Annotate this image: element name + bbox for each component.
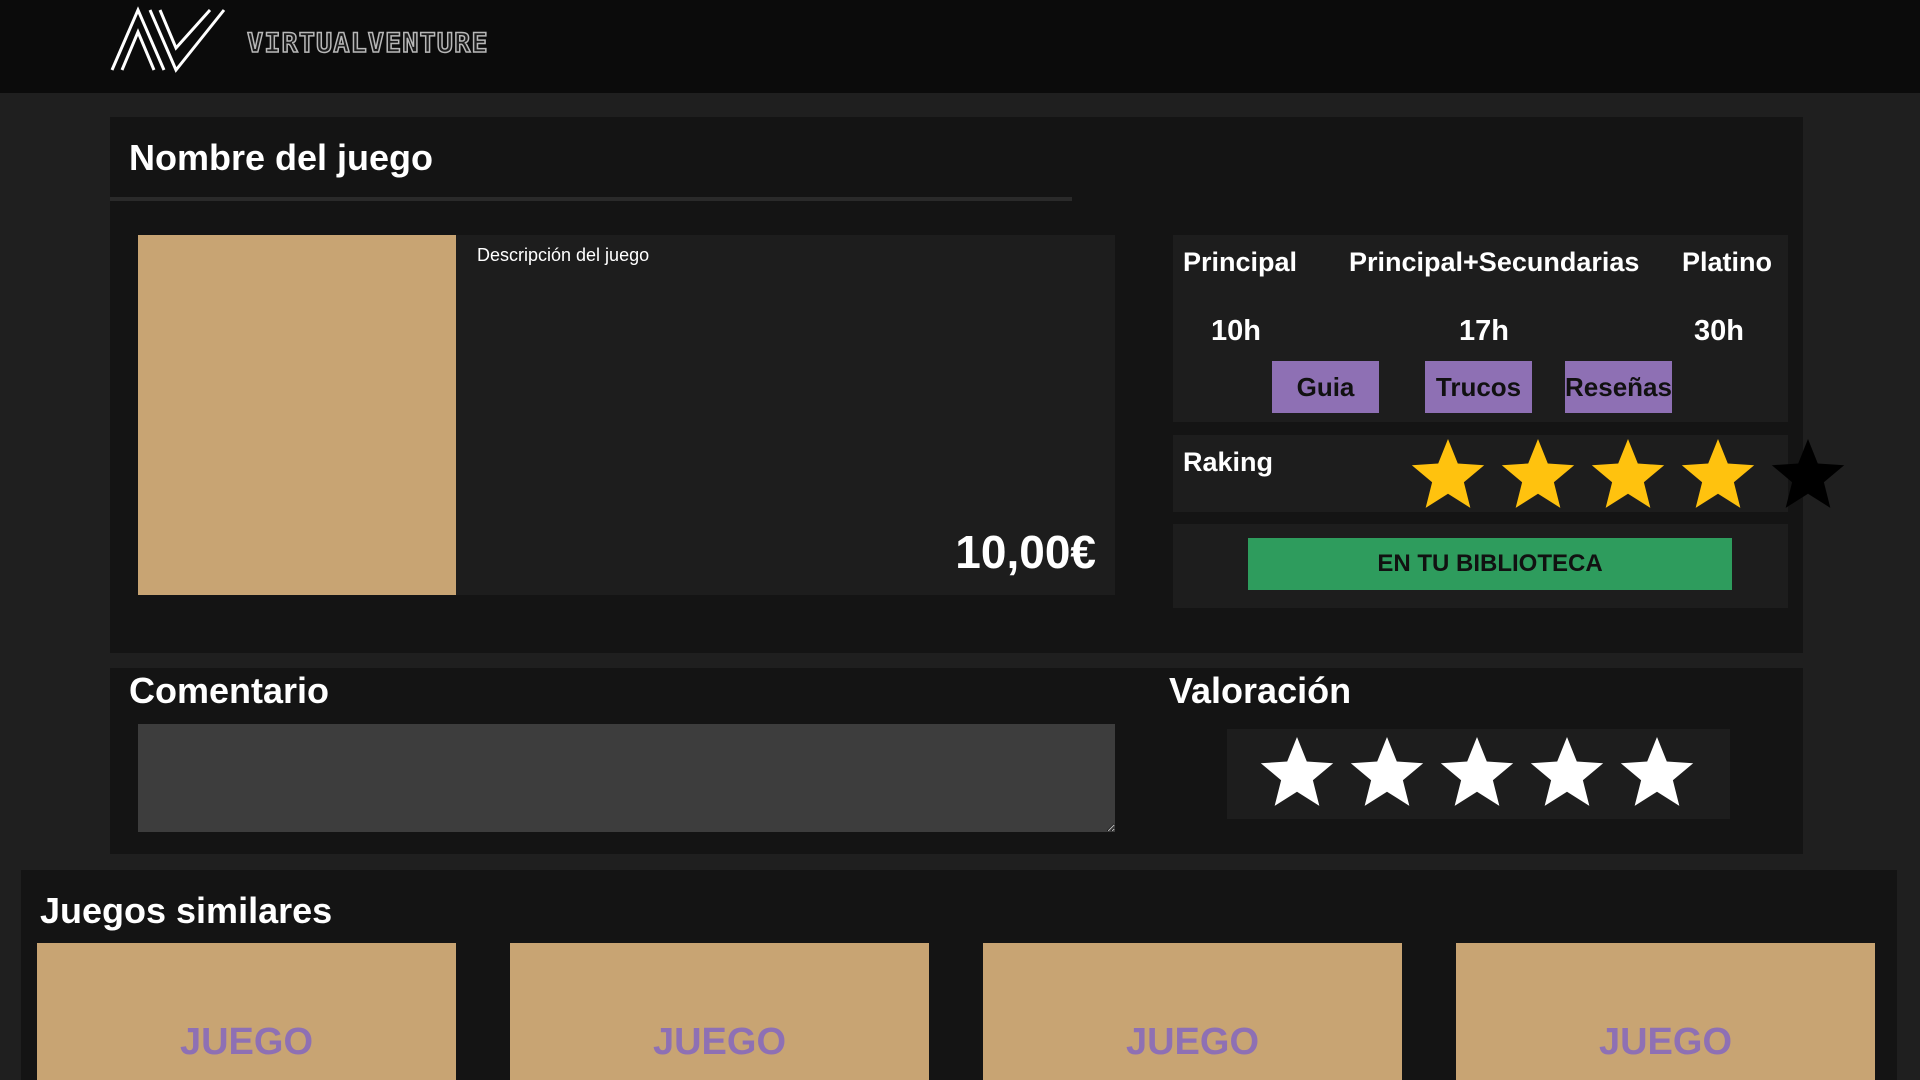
star-icon[interactable]	[1259, 734, 1335, 810]
comment-input[interactable]	[138, 724, 1115, 832]
stat-label-main: Principal	[1183, 247, 1298, 277]
in-library-button[interactable]: EN TU BIBLIOTECA	[1248, 538, 1732, 590]
star-icon[interactable]	[1439, 734, 1515, 810]
comment-panel: Comentario Valoración	[110, 668, 1803, 854]
star-icon	[1681, 439, 1755, 508]
guide-button[interactable]: Guia	[1272, 361, 1379, 413]
similar-game-card[interactable]: JUEGO	[510, 943, 929, 1080]
similar-games-panel: Juegos similares JUEGO JUEGO JUEGO JUEGO	[21, 870, 1897, 1080]
ranking-section: Raking	[1173, 435, 1845, 512]
similar-game-label: JUEGO	[1598, 1021, 1733, 1063]
game-price: 10,00€	[955, 526, 1096, 578]
stat-label-platinum: Platino	[1682, 247, 1773, 277]
star-icon	[1501, 439, 1575, 508]
rating-input[interactable]	[1227, 729, 1730, 819]
similar-game-card[interactable]: JUEGO	[983, 943, 1402, 1080]
game-detail-panel: Nombre del juego Descripción del juego 1…	[110, 117, 1845, 653]
star-icon[interactable]	[1529, 734, 1605, 810]
star-icon	[1591, 439, 1665, 508]
brand-name[interactable]: VIRTUALVENTURE	[246, 27, 489, 60]
game-description: Descripción del juego	[477, 245, 650, 265]
library-section: EN TU BIBLIOTECA	[1173, 524, 1788, 608]
similar-games-title: Juegos similares	[40, 890, 333, 931]
similar-game-label: JUEGO	[179, 1021, 314, 1063]
cheats-button[interactable]: Trucos	[1425, 361, 1532, 413]
comment-title: Comentario	[129, 670, 330, 711]
star-icon	[1411, 439, 1485, 508]
reviews-button[interactable]: Reseñas	[1565, 361, 1672, 413]
similar-game-label: JUEGO	[652, 1021, 787, 1063]
playtime-stats: Principal Principal+Secundarias Platino …	[1173, 235, 1788, 422]
title-divider	[110, 197, 1072, 201]
similar-game-label: JUEGO	[1125, 1021, 1260, 1063]
top-navigation-bar: VIRTUALVENTURE	[0, 0, 1920, 93]
stat-value-main-extras: 17h	[1459, 315, 1509, 347]
star-icon	[1771, 439, 1845, 508]
rating-title: Valoración	[1169, 670, 1352, 711]
av-logo-icon[interactable]	[110, 6, 228, 74]
ranking-label: Raking	[1183, 447, 1274, 477]
similar-game-card[interactable]: JUEGO	[37, 943, 456, 1080]
game-title: Nombre del juego	[129, 137, 434, 178]
game-cover-image	[138, 235, 456, 595]
stat-label-main-extras: Principal+Secundarias	[1349, 247, 1640, 277]
stat-value-main: 10h	[1211, 315, 1261, 347]
stat-value-platinum: 30h	[1694, 315, 1744, 347]
game-description-card: Descripción del juego 10,00€	[138, 235, 1115, 595]
star-icon[interactable]	[1349, 734, 1425, 810]
star-icon[interactable]	[1619, 734, 1695, 810]
similar-game-card[interactable]: JUEGO	[1456, 943, 1875, 1080]
